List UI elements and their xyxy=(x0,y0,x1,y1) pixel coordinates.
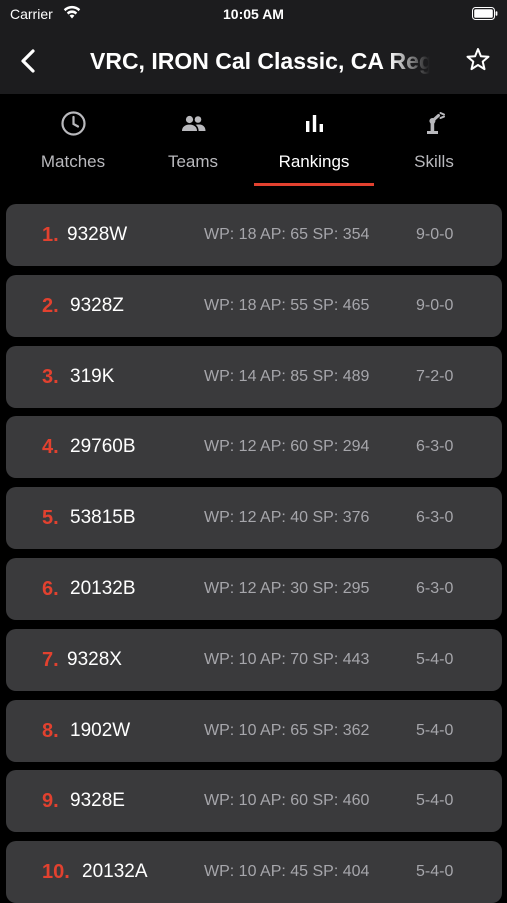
team-number: 53815B xyxy=(70,507,136,528)
ranking-row[interactable]: 2. 9328Z WP: 18 AP: 55 SP: 465 9-0-0 xyxy=(6,275,502,337)
tab-teams[interactable]: Teams xyxy=(133,94,253,190)
team-stats: WP: 10 AP: 70 SP: 443 xyxy=(204,651,370,668)
team-record: 9-0-0 xyxy=(416,297,454,314)
ranking-row[interactable]: 3. 319K WP: 14 AP: 85 SP: 489 7-2-0 xyxy=(6,346,502,408)
active-tab-indicator xyxy=(254,183,374,186)
nav-title-container: VRC, IRON Cal Classic, CA Region xyxy=(90,44,430,78)
tab-matches[interactable]: Matches xyxy=(13,94,133,190)
team-record: 6-3-0 xyxy=(416,580,454,597)
star-outline-icon[interactable] xyxy=(464,46,492,74)
team-stats: WP: 18 AP: 55 SP: 465 xyxy=(204,297,370,314)
rank-number: 8. xyxy=(42,720,59,742)
ranking-row[interactable]: 5. 53815B WP: 12 AP: 40 SP: 376 6-3-0 xyxy=(6,487,502,549)
rank-number: 2. xyxy=(42,295,59,317)
tab-teams-label: Teams xyxy=(167,152,219,171)
team-record: 6-3-0 xyxy=(416,438,454,455)
team-stats: WP: 12 AP: 60 SP: 294 xyxy=(204,438,370,455)
team-number: 9328E xyxy=(70,790,125,811)
team-stats: WP: 12 AP: 30 SP: 295 xyxy=(204,580,370,597)
back-chevron-icon[interactable] xyxy=(14,46,42,76)
tab-rankings[interactable]: Rankings xyxy=(254,94,374,190)
navigation-bar: VRC, IRON Cal Classic, CA Region xyxy=(0,30,507,94)
event-title: VRC, IRON Cal Classic, CA Region xyxy=(90,48,430,74)
ranking-row[interactable]: 6. 20132B WP: 12 AP: 30 SP: 295 6-3-0 xyxy=(6,558,502,620)
team-record: 5-4-0 xyxy=(416,722,454,739)
team-stats: WP: 18 AP: 65 SP: 354 xyxy=(204,226,370,243)
team-record: 5-4-0 xyxy=(416,651,454,668)
rank-number: 3. xyxy=(42,366,59,388)
tab-skills[interactable]: Skills xyxy=(374,94,494,190)
team-stats: WP: 10 AP: 65 SP: 362 xyxy=(204,722,370,739)
team-stats: WP: 10 AP: 60 SP: 460 xyxy=(204,792,370,809)
rank-number: 5. xyxy=(42,507,59,529)
rank-number: 4. xyxy=(42,436,59,458)
bar-chart-icon xyxy=(306,115,323,132)
rank-number: 9. xyxy=(42,790,59,812)
team-record: 9-0-0 xyxy=(416,226,454,243)
team-number: 20132A xyxy=(82,861,148,882)
battery-icon xyxy=(472,7,498,20)
team-number: 319K xyxy=(70,366,115,387)
team-number: 20132B xyxy=(70,578,136,599)
status-bar: Carrier 10:05 AM xyxy=(0,0,507,30)
rank-number: 1. xyxy=(42,224,59,246)
team-number: 9328W xyxy=(67,224,128,245)
ranking-row[interactable]: 4. 29760B WP: 12 AP: 60 SP: 294 6-3-0 xyxy=(6,416,502,478)
tab-rankings-label: Rankings xyxy=(278,152,350,171)
rank-number: 6. xyxy=(42,578,59,600)
team-stats: WP: 14 AP: 85 SP: 489 xyxy=(204,368,370,385)
ranking-row[interactable]: 9. 9328E WP: 10 AP: 60 SP: 460 5-4-0 xyxy=(6,770,502,832)
team-record: 5-4-0 xyxy=(416,792,454,809)
ranking-row[interactable]: 7. 9328X WP: 10 AP: 70 SP: 443 5-4-0 xyxy=(6,629,502,691)
team-number: 1902W xyxy=(70,720,131,741)
clock-icon xyxy=(61,111,86,136)
team-stats: WP: 10 AP: 45 SP: 404 xyxy=(204,863,370,880)
clock-time: 10:05 AM xyxy=(223,6,284,22)
team-stats: WP: 12 AP: 40 SP: 376 xyxy=(204,509,370,526)
team-number: 29760B xyxy=(70,436,136,457)
team-record: 6-3-0 xyxy=(416,509,454,526)
team-number: 9328Z xyxy=(70,295,124,316)
ranking-row[interactable]: 10. 20132A WP: 10 AP: 45 SP: 404 5-4-0 xyxy=(6,841,502,903)
people-icon xyxy=(182,115,206,131)
rank-number: 10. xyxy=(42,861,70,883)
team-record: 7-2-0 xyxy=(416,368,454,385)
ranking-row[interactable]: 1. 9328W WP: 18 AP: 65 SP: 354 9-0-0 xyxy=(6,204,502,266)
tab-skills-label: Skills xyxy=(414,152,454,171)
team-number: 9328X xyxy=(67,649,122,670)
robot-arm-icon xyxy=(427,112,445,134)
rank-number: 7. xyxy=(42,649,59,671)
ranking-row[interactable]: 8. 1902W WP: 10 AP: 65 SP: 362 5-4-0 xyxy=(6,700,502,762)
team-record: 5-4-0 xyxy=(416,863,454,880)
tab-matches-label: Matches xyxy=(40,152,106,171)
tab-bar: Matches Teams Rankings Skills xyxy=(0,94,507,190)
